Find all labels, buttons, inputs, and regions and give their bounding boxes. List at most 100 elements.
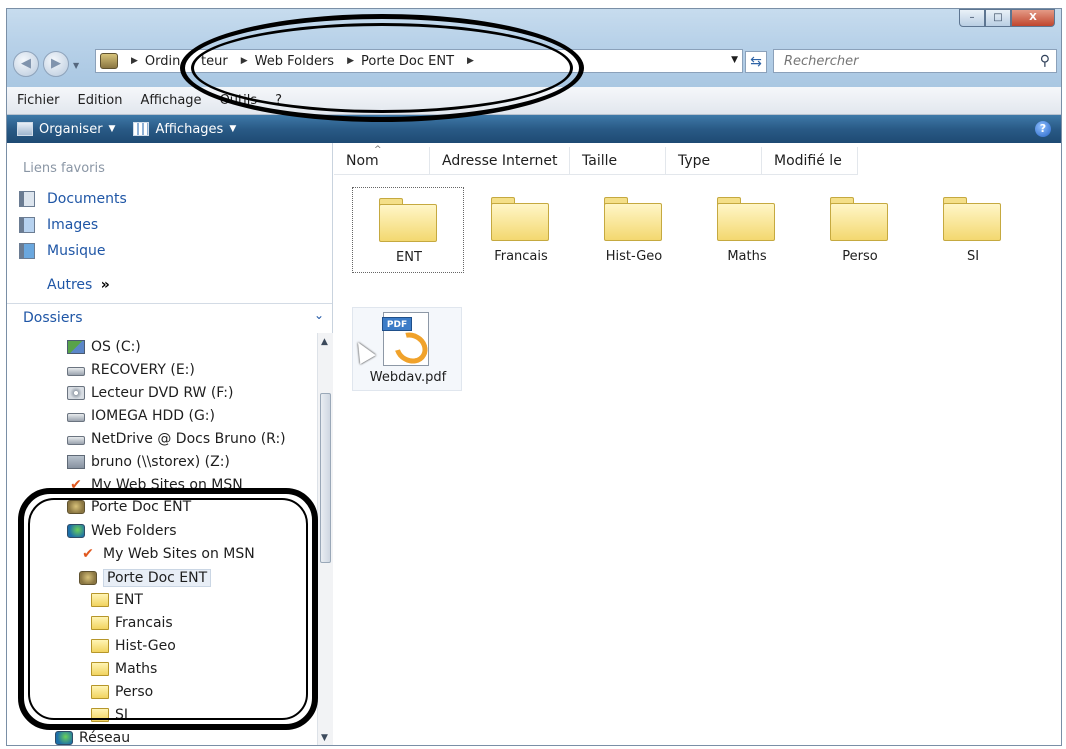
- breadcrumb-porte-doc-ent[interactable]: Porte Doc ENT: [361, 54, 454, 69]
- tree-item-reseau[interactable]: Réseau: [55, 730, 130, 745]
- webfolder-icon: [79, 571, 97, 585]
- tree-item-maths[interactable]: Maths: [91, 661, 157, 677]
- organize-label: Organiser: [39, 121, 103, 137]
- folder-icon: [943, 197, 1001, 241]
- forward-arrow-icon: ▶: [51, 56, 61, 71]
- column-type[interactable]: Type: [666, 147, 762, 175]
- refresh-icon: ⇆: [750, 54, 762, 70]
- views-button[interactable]: Affichages ▼: [133, 122, 236, 137]
- menu-help[interactable]: ?: [275, 93, 282, 108]
- favorite-label: Musique: [47, 243, 106, 259]
- search-icon[interactable]: ⚲: [1040, 53, 1050, 69]
- folder-item-ent[interactable]: ENT: [352, 187, 464, 273]
- search-box[interactable]: ⚲: [773, 49, 1057, 73]
- breadcrumb-separator-icon[interactable]: ▶: [347, 56, 354, 66]
- scroll-down-icon[interactable]: ▼: [321, 733, 328, 743]
- column-adresse-internet[interactable]: Adresse Internet: [430, 147, 570, 175]
- favorite-label: Documents: [47, 191, 127, 207]
- organize-dropdown-icon: ▼: [108, 124, 116, 134]
- favorite-images[interactable]: Images: [19, 217, 98, 233]
- chevron-down-icon[interactable]: ⌄: [314, 308, 324, 322]
- views-dropdown-icon: ▼: [229, 124, 237, 134]
- menu-edition[interactable]: Edition: [78, 93, 123, 108]
- folders-header[interactable]: Dossiers ⌄: [7, 303, 332, 331]
- menu-affichage[interactable]: Affichage: [140, 93, 201, 108]
- column-taille[interactable]: Taille: [570, 147, 666, 175]
- address-dropdown-icon[interactable]: ▼: [731, 55, 738, 65]
- breadcrumb-web-folders[interactable]: Web Folders: [255, 54, 334, 69]
- explorer-window: – □ X ◀ ▶ ▼ ▶ Ordin teur ▶ Web Folders ▶…: [6, 8, 1062, 746]
- scroll-up-icon[interactable]: ▲: [321, 337, 328, 347]
- tree-item-hist-geo[interactable]: Hist-Geo: [91, 638, 176, 654]
- favorite-label: Images: [47, 217, 99, 233]
- tree-scrollbar[interactable]: ▲ ▼: [317, 333, 333, 745]
- pictures-icon: [19, 217, 35, 233]
- folder-icon: [91, 639, 109, 653]
- folder-item-si[interactable]: SI: [917, 187, 1029, 273]
- folder-icon: [379, 198, 437, 242]
- folder-item-francais[interactable]: Francais: [465, 187, 577, 273]
- scrollbar-thumb[interactable]: [320, 393, 331, 563]
- refresh-button[interactable]: ⇆: [745, 51, 767, 73]
- pdf-file-icon: PDF: [382, 312, 434, 370]
- favorite-links-title: Liens favoris: [23, 161, 105, 176]
- tree-item-dvd-f[interactable]: Lecteur DVD RW (F:): [67, 385, 233, 401]
- tree-item-netdrive-r[interactable]: NetDrive @ Docs Bruno (R:): [67, 431, 286, 447]
- folder-icon: [91, 616, 109, 630]
- address-bar[interactable]: ▶ Ordin teur ▶ Web Folders ▶ Porte Doc E…: [95, 49, 743, 73]
- tree-item-os-c[interactable]: OS (C:): [67, 339, 141, 355]
- folder-icon: [604, 197, 662, 241]
- drive-icon: [67, 367, 85, 376]
- help-icon[interactable]: ?: [1035, 121, 1051, 137]
- column-modifie-le[interactable]: Modifié le: [762, 147, 858, 175]
- menu-fichier[interactable]: Fichier: [17, 93, 60, 108]
- forward-button[interactable]: ▶: [43, 51, 69, 77]
- tree-item-perso[interactable]: Perso: [91, 684, 153, 700]
- favorite-documents[interactable]: Documents: [19, 191, 127, 207]
- close-button[interactable]: X: [1011, 9, 1055, 27]
- breadcrumb-separator-icon: ▶: [131, 56, 138, 66]
- folder-item-maths[interactable]: Maths: [691, 187, 803, 273]
- folder-item-perso[interactable]: Perso: [804, 187, 916, 273]
- tree-item-porte-doc-ent-root[interactable]: Porte Doc ENT: [67, 499, 191, 515]
- tree-item-ent[interactable]: ENT: [91, 592, 143, 608]
- folders-title: Dossiers: [23, 309, 83, 326]
- tree-item-iomega-g[interactable]: IOMEGA HDD (G:): [67, 408, 215, 424]
- folder-item-hist-geo[interactable]: Hist-Geo: [578, 187, 690, 273]
- folder-icon: [91, 685, 109, 699]
- tree-item-msn-sites[interactable]: ✔ My Web Sites on MSN: [67, 477, 243, 493]
- column-nom[interactable]: ^ Nom: [334, 145, 430, 175]
- recent-pages-dropdown-icon[interactable]: ▼: [73, 61, 79, 70]
- tree-item-recovery-e[interactable]: RECOVERY (E:): [67, 362, 195, 378]
- tree-item-si[interactable]: SI: [91, 707, 128, 723]
- os-drive-icon: [67, 340, 85, 354]
- views-icon: [133, 122, 150, 136]
- folder-icon: [91, 708, 109, 722]
- maximize-button[interactable]: □: [985, 9, 1011, 27]
- favorite-music[interactable]: Musique: [19, 243, 106, 259]
- network-icon: [55, 731, 73, 745]
- folder-icon: [91, 662, 109, 676]
- breadcrumb-separator-icon[interactable]: ▶: [467, 56, 474, 66]
- webfolder-icon: [67, 500, 85, 514]
- search-input[interactable]: [784, 53, 1024, 69]
- organize-button[interactable]: Organiser ▼: [17, 122, 115, 137]
- menu-outils[interactable]: Outils: [220, 93, 258, 108]
- tree-item-francais[interactable]: Francais: [91, 615, 173, 631]
- music-icon: [19, 243, 35, 259]
- favorite-more-link[interactable]: Autres »: [47, 277, 110, 293]
- menu-bar: Fichier Edition Affichage Outils ?: [7, 87, 1061, 115]
- tree-item-bruno-z[interactable]: bruno (\\storex) (Z:): [67, 454, 230, 470]
- breadcrumb-separator-icon[interactable]: ▶: [241, 56, 248, 66]
- double-chevron-icon: »: [100, 277, 110, 293]
- back-button[interactable]: ◀: [13, 51, 39, 77]
- tree-item-web-folders[interactable]: Web Folders: [67, 523, 177, 539]
- folder-icon: [717, 197, 775, 241]
- tree-item-porte-doc-ent[interactable]: Porte Doc ENT: [79, 569, 212, 587]
- minimize-button[interactable]: –: [959, 9, 985, 27]
- tree-item-msn-sites-child[interactable]: ✔ My Web Sites on MSN: [79, 546, 255, 562]
- sort-ascending-icon: ^: [374, 145, 382, 155]
- folder-icon: [830, 197, 888, 241]
- breadcrumb-computer[interactable]: Ordin teur: [145, 54, 228, 69]
- folder-tree: OS (C:) RECOVERY (E:) Lecteur DVD RW (F:…: [7, 333, 315, 745]
